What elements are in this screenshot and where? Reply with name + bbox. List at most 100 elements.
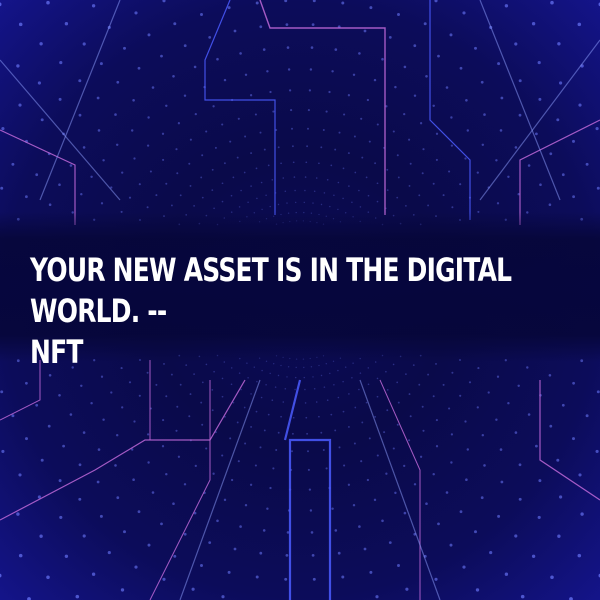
dot — [465, 99, 468, 102]
dot — [338, 446, 341, 449]
dot — [147, 543, 151, 547]
dot — [183, 483, 187, 486]
dot — [236, 421, 239, 424]
dot — [47, 424, 51, 428]
dot — [518, 497, 522, 501]
dot — [128, 196, 132, 199]
dot — [247, 376, 249, 379]
dot — [518, 463, 522, 467]
dot — [254, 113, 257, 116]
dot — [256, 380, 258, 383]
dot — [35, 173, 39, 177]
dot — [577, 553, 582, 558]
dot — [221, 454, 224, 457]
dot — [459, 183, 462, 186]
dot — [96, 480, 100, 484]
dot — [483, 464, 486, 467]
dot — [427, 204, 430, 207]
dot — [260, 181, 263, 184]
dot — [422, 429, 425, 432]
dot — [200, 564, 203, 567]
dot — [201, 381, 204, 384]
dot — [435, 445, 439, 448]
dot — [386, 168, 389, 171]
dot — [561, 173, 565, 177]
dot — [212, 105, 215, 108]
dot — [483, 113, 486, 116]
dot — [369, 6, 373, 10]
dot — [240, 189, 242, 192]
dot — [347, 425, 350, 428]
dot — [11, 414, 15, 418]
dot — [294, 201, 297, 204]
dot — [46, 575, 50, 580]
dot — [459, 394, 462, 397]
dot — [392, 447, 395, 450]
dot — [403, 464, 406, 468]
dot — [69, 413, 73, 416]
quote-text: YOUR NEW ASSET IS IN THE DIGITAL WORLD. … — [30, 250, 588, 373]
circuit-line — [0, 379, 246, 521]
dot — [396, 381, 399, 384]
dot — [550, 575, 554, 580]
dot — [211, 189, 214, 191]
dot — [194, 112, 197, 116]
dot — [487, 391, 490, 394]
dot — [531, 22, 536, 26]
dot — [445, 86, 449, 89]
dot — [259, 25, 263, 29]
dot — [489, 551, 493, 555]
circuit-line — [259, 0, 386, 215]
dot — [366, 478, 370, 482]
dot — [312, 0, 316, 3]
dot — [531, 554, 536, 558]
dot — [476, 406, 479, 409]
dot — [495, 418, 498, 421]
dot — [243, 171, 246, 174]
dot — [285, 23, 289, 26]
dot — [286, 46, 290, 49]
dot — [376, 123, 379, 126]
dot — [284, 387, 287, 390]
light-streak — [359, 379, 441, 600]
dot — [435, 132, 439, 135]
dot — [518, 79, 522, 83]
circuit-line — [283, 379, 302, 441]
dot — [527, 413, 531, 416]
dot — [397, 13, 400, 16]
dot — [507, 401, 510, 405]
dot — [397, 401, 400, 404]
dot — [320, 431, 323, 434]
dot — [435, 419, 438, 422]
dot — [221, 395, 224, 398]
dot — [307, 109, 310, 112]
dot — [309, 68, 313, 71]
dot — [200, 176, 203, 179]
dot — [96, 96, 100, 100]
dot — [18, 22, 23, 27]
dot — [311, 23, 315, 26]
dot — [381, 57, 384, 61]
dot — [294, 189, 296, 192]
dot — [363, 547, 367, 551]
dot — [557, 42, 561, 46]
dot — [325, 110, 328, 113]
dot — [561, 403, 565, 407]
dot — [405, 205, 407, 207]
dot — [170, 373, 173, 376]
dot — [100, 202, 104, 205]
dot — [421, 172, 424, 175]
dot — [539, 183, 542, 186]
dot — [403, 511, 407, 515]
dot — [256, 197, 258, 200]
dot — [465, 478, 468, 482]
dot — [162, 577, 166, 581]
dot — [334, 529, 338, 532]
dot — [291, 432, 294, 435]
dot — [25, 437, 28, 441]
dot — [305, 416, 308, 419]
dot — [18, 103, 22, 107]
dot — [58, 97, 62, 101]
dot — [394, 491, 397, 495]
dot — [214, 146, 217, 149]
